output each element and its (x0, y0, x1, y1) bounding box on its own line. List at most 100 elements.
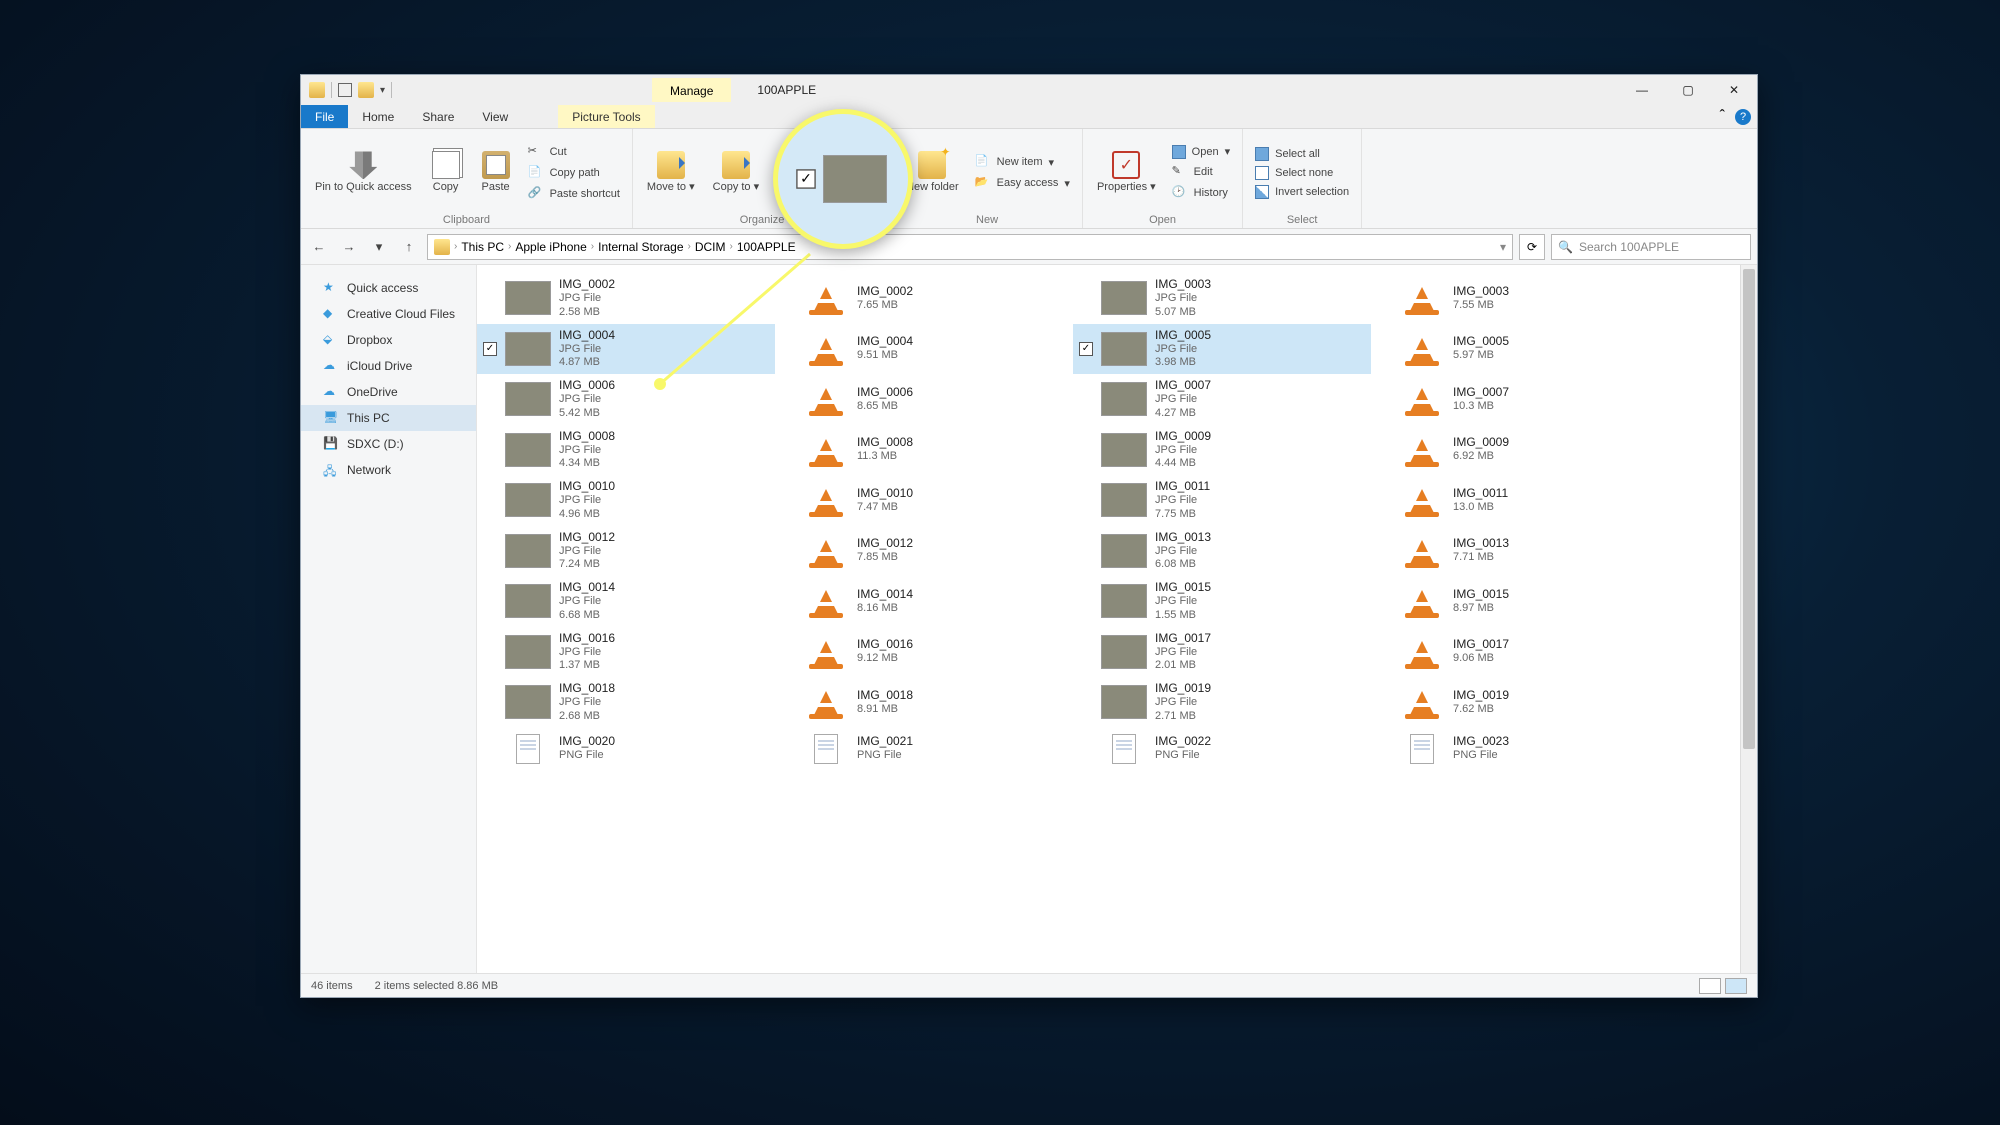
file-item[interactable]: IMG_0008JPG File4.34 MB (477, 425, 775, 476)
breadcrumb[interactable]: Apple iPhone (515, 240, 586, 254)
easy-access-button[interactable]: 📂Easy access ▾ (971, 174, 1074, 192)
file-item[interactable]: IMG_0002JPG File2.58 MB (477, 273, 775, 324)
checkbox-icon[interactable]: ✓ (483, 342, 497, 356)
new-item-button[interactable]: 📄New item ▾ (971, 153, 1074, 171)
breadcrumb[interactable]: 100APPLE (737, 240, 796, 254)
file-item[interactable]: IMG_00197.62 MB (1371, 677, 1669, 728)
file-item[interactable]: IMG_00148.16 MB (775, 576, 1073, 627)
file-item[interactable]: IMG_000710.3 MB (1371, 374, 1669, 425)
select-all-button[interactable]: Select all (1251, 146, 1353, 162)
edit-button[interactable]: ✎Edit (1168, 163, 1234, 181)
file-item[interactable]: IMG_001113.0 MB (1371, 475, 1669, 526)
copy-button[interactable]: Copy (424, 147, 468, 197)
invert-selection-button[interactable]: Invert selection (1251, 184, 1353, 200)
file-item[interactable]: IMG_00179.06 MB (1371, 627, 1669, 678)
file-item[interactable]: IMG_00107.47 MB (775, 475, 1073, 526)
qa-dropdown-icon[interactable]: ▾ (380, 85, 385, 96)
maximize-button[interactable]: ▢ (1665, 75, 1711, 105)
file-item[interactable]: IMG_0023PNG File (1371, 728, 1669, 770)
sidebar-item[interactable]: ☁iCloud Drive (301, 353, 476, 379)
file-item[interactable]: IMG_0022PNG File (1073, 728, 1371, 770)
sidebar-item[interactable]: ⬙Dropbox (301, 327, 476, 353)
qa-folder-icon[interactable] (358, 82, 374, 98)
checkbox-icon[interactable]: ✓ (1079, 342, 1093, 356)
file-item[interactable]: IMG_0021PNG File (775, 728, 1073, 770)
sidebar-item[interactable]: ☁OneDrive (301, 379, 476, 405)
file-item[interactable]: IMG_0006JPG File5.42 MB (477, 374, 775, 425)
file-item[interactable]: IMG_00158.97 MB (1371, 576, 1669, 627)
details-view-button[interactable] (1699, 978, 1721, 994)
open-button[interactable]: Open ▾ (1168, 144, 1234, 160)
document-icon (803, 732, 849, 766)
move-to-button[interactable]: Move to ▾ (641, 147, 701, 197)
collapse-ribbon-icon[interactable]: ˆ (1720, 108, 1725, 126)
file-item[interactable]: IMG_00169.12 MB (775, 627, 1073, 678)
tiles-view-button[interactable] (1725, 978, 1747, 994)
address-bar[interactable]: › This PC› Apple iPhone› Internal Storag… (427, 234, 1513, 260)
file-item[interactable]: IMG_0020PNG File (477, 728, 775, 770)
contextual-tab-manage[interactable]: Manage (652, 78, 731, 102)
cut-button[interactable]: ✂Cut (524, 143, 624, 161)
paste-shortcut-button[interactable]: 🔗Paste shortcut (524, 185, 624, 203)
sidebar-item[interactable]: 💾SDXC (D:) (301, 431, 476, 457)
file-item[interactable]: IMG_0011JPG File7.75 MB (1073, 475, 1371, 526)
tab-view[interactable]: View (468, 105, 522, 128)
file-item[interactable]: ✓IMG_0005JPG File3.98 MB (1073, 324, 1371, 375)
thumbnail-icon (505, 584, 551, 618)
pin-to-quick-access-button[interactable]: Pin to Quick access (309, 147, 418, 197)
copy-path-button[interactable]: 📄Copy path (524, 164, 624, 182)
breadcrumb[interactable]: Internal Storage (598, 240, 683, 254)
tab-home[interactable]: Home (348, 105, 408, 128)
file-item[interactable]: IMG_000811.3 MB (775, 425, 1073, 476)
up-button[interactable]: ↑ (397, 235, 421, 259)
sidebar-item[interactable]: ★Quick access (301, 275, 476, 301)
file-item[interactable]: IMG_00037.55 MB (1371, 273, 1669, 324)
help-button[interactable]: ? (1735, 109, 1751, 125)
file-item[interactable]: IMG_0014JPG File6.68 MB (477, 576, 775, 627)
file-item[interactable]: ✓IMG_0004JPG File4.87 MB (477, 324, 775, 375)
tab-file[interactable]: File (301, 105, 348, 128)
file-item[interactable]: IMG_0017JPG File2.01 MB (1073, 627, 1371, 678)
file-size: 7.65 MB (857, 299, 913, 313)
file-item[interactable]: IMG_0012JPG File7.24 MB (477, 526, 775, 577)
file-item[interactable]: IMG_00188.91 MB (775, 677, 1073, 728)
file-item[interactable]: IMG_00027.65 MB (775, 273, 1073, 324)
file-item[interactable]: IMG_0015JPG File1.55 MB (1073, 576, 1371, 627)
file-item[interactable]: IMG_0016JPG File1.37 MB (477, 627, 775, 678)
file-item[interactable]: IMG_0007JPG File4.27 MB (1073, 374, 1371, 425)
recent-dropdown[interactable]: ▾ (367, 235, 391, 259)
scrollbar[interactable] (1740, 265, 1757, 973)
file-item[interactable]: IMG_0018JPG File2.68 MB (477, 677, 775, 728)
refresh-button[interactable]: ⟳ (1519, 234, 1545, 260)
search-input[interactable]: 🔍 Search 100APPLE (1551, 234, 1751, 260)
file-item[interactable]: IMG_00049.51 MB (775, 324, 1073, 375)
forward-button[interactable]: → (337, 235, 361, 259)
copy-to-button[interactable]: Copy to ▾ (707, 147, 766, 197)
back-button[interactable]: ← (307, 235, 331, 259)
close-button[interactable]: ✕ (1711, 75, 1757, 105)
history-button[interactable]: 🕑History (1168, 184, 1234, 202)
minimize-button[interactable]: — (1619, 75, 1665, 105)
file-item[interactable]: IMG_0010JPG File4.96 MB (477, 475, 775, 526)
sidebar-item[interactable]: 🖥This PC (301, 405, 476, 431)
select-none-button[interactable]: Select none (1251, 165, 1353, 181)
file-item[interactable]: IMG_0003JPG File5.07 MB (1073, 273, 1371, 324)
file-item[interactable]: IMG_00096.92 MB (1371, 425, 1669, 476)
tab-share[interactable]: Share (408, 105, 468, 128)
properties-button[interactable]: Properties ▾ (1091, 147, 1162, 197)
vlc-icon (1399, 382, 1445, 416)
tab-picture-tools[interactable]: Picture Tools (558, 105, 654, 128)
breadcrumb[interactable]: This PC (461, 240, 504, 254)
sidebar-item[interactable]: 🖧Network (301, 457, 476, 483)
file-item[interactable]: IMG_0009JPG File4.44 MB (1073, 425, 1371, 476)
sidebar-item[interactable]: ◆Creative Cloud Files (301, 301, 476, 327)
paste-button[interactable]: Paste (474, 147, 518, 197)
file-item[interactable]: IMG_00127.85 MB (775, 526, 1073, 577)
file-item[interactable]: IMG_00055.97 MB (1371, 324, 1669, 375)
qa-checkbox-icon[interactable] (338, 83, 352, 97)
breadcrumb[interactable]: DCIM (695, 240, 726, 254)
file-item[interactable]: IMG_0013JPG File6.08 MB (1073, 526, 1371, 577)
file-item[interactable]: IMG_00137.71 MB (1371, 526, 1669, 577)
file-item[interactable]: IMG_00068.65 MB (775, 374, 1073, 425)
file-item[interactable]: IMG_0019JPG File2.71 MB (1073, 677, 1371, 728)
